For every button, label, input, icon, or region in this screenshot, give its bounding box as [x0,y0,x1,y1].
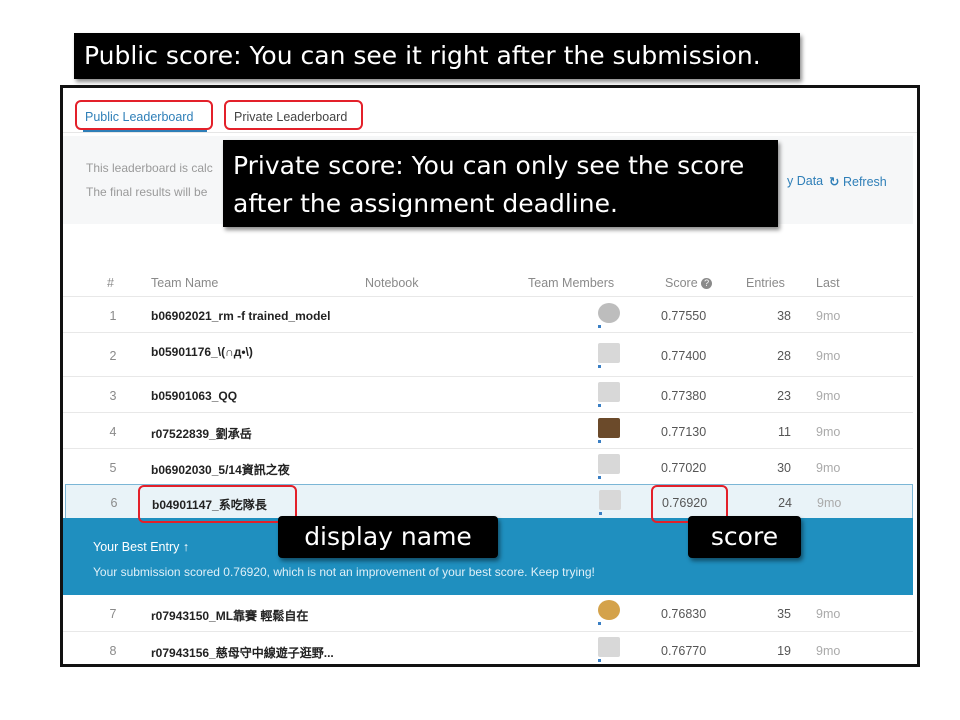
table-row[interactable]: 2 b05901176_\(∩д•\) 0.77400 28 9mo [63,332,913,377]
team-name[interactable]: b05901063_QQ [151,389,237,403]
score: 0.76830 [661,607,707,621]
avatar-dot [598,325,601,328]
entries: 35 [777,607,791,621]
header-score[interactable]: Score ? [665,276,713,290]
avatar-dot [599,512,602,515]
team-name[interactable]: r07943156_慈母守中線遊子逛野... [151,644,334,661]
avatar[interactable] [598,382,620,407]
avatar-dot [598,440,601,443]
team-name[interactable]: r07522839_劉承岳 [151,425,252,442]
entries: 23 [777,389,791,403]
help-icon[interactable]: ? [701,278,713,290]
avatar-dot [598,404,601,407]
private-callout-line2: after the assignment deadline. [233,189,618,218]
rank: 8 [109,644,117,658]
score: 0.77130 [661,425,707,439]
entries: 19 [777,644,791,658]
arrow-up-icon: ↑ [182,540,190,554]
display-name-callout: display name [278,516,498,558]
best-entry-title: Your Best Entry ↑ [93,540,189,554]
last-submission: 9mo [816,389,841,403]
avatar[interactable] [598,303,620,328]
header-score-label: Score [665,276,698,290]
score: 0.77400 [661,349,707,363]
avatar-dot [598,365,601,368]
last-submission: 9mo [816,461,841,475]
refresh-label: Refresh [842,175,887,189]
entries: 28 [777,349,791,363]
team-name[interactable]: b06902021_rm -f trained_model [151,309,330,323]
avatar[interactable] [598,637,620,662]
header-rank: # [107,276,114,290]
header-entries: Entries [746,276,785,290]
entries: 38 [777,309,791,323]
rank: 6 [110,496,118,510]
rank: 7 [109,607,117,621]
display-name-highlight [138,485,297,523]
avatar-dot [598,622,601,625]
score-callout: score [688,516,801,558]
last-submission: 9mo [816,309,841,323]
team-name[interactable]: b05901176_\(∩д•\) [151,345,253,359]
avatar[interactable] [598,600,620,625]
avatar-dot [598,476,601,479]
header-team-name[interactable]: Team Name [151,276,218,290]
private-callout-line1: Private score: You can only see the scor… [233,151,745,180]
private-score-callout: Private score: You can only see the scor… [223,140,778,227]
table-row[interactable]: 8 r07943156_慈母守中線遊子逛野... 0.76770 19 9mo [63,631,913,664]
header-notebook: Notebook [365,276,419,290]
team-name[interactable]: r07943150_ML靠賽 輕鬆自在 [151,607,308,624]
score: 0.77020 [661,461,707,475]
avatar-dot [598,659,601,662]
table-row[interactable]: 1 b06902021_rm -f trained_model 0.77550 … [63,296,913,333]
rank: 5 [109,461,117,475]
header-last: Last [816,276,840,290]
score: 0.77550 [661,309,707,323]
avatar[interactable] [598,343,620,368]
last-submission: 9mo [816,644,841,658]
info-text-line1: This leaderboard is calc [86,161,213,175]
header-team-members: Team Members [528,276,615,290]
last-submission: 9mo [816,607,841,621]
best-entry-title-text: Your Best Entry [93,540,180,554]
public-score-callout: Public score: You can see it right after… [74,33,800,79]
table-row[interactable]: 4 r07522839_劉承岳 0.77130 11 9mo [63,412,913,449]
last-submission: 9mo [817,496,842,510]
tab-public-leaderboard[interactable]: Public Leaderboard [75,100,213,130]
entries: 24 [778,496,792,510]
avatar[interactable] [598,454,620,479]
score: 0.77380 [661,389,707,403]
tab-divider [63,132,917,133]
rank: 1 [109,309,117,323]
table-row[interactable]: 7 r07943150_ML靠賽 輕鬆自在 0.76830 35 9mo [63,595,913,631]
data-link[interactable]: y Data [787,174,823,188]
rank: 4 [109,425,117,439]
rank: 3 [109,389,117,403]
tab-private-leaderboard[interactable]: Private Leaderboard [224,100,363,130]
refresh-icon: ↻ [829,175,840,189]
avatar[interactable] [599,490,621,515]
last-submission: 9mo [816,349,841,363]
table-row[interactable]: 5 b06902030_5/14資訊之夜 0.77020 30 9mo [63,448,913,485]
avatar[interactable] [598,418,620,443]
best-entry-message: Your submission scored 0.76920, which is… [93,565,595,579]
table-row[interactable]: 3 b05901063_QQ 0.77380 23 9mo [63,376,913,413]
entries: 11 [778,425,791,439]
refresh-button[interactable]: ↻ Refresh [829,174,887,189]
last-submission: 9mo [816,425,841,439]
info-text-line2: The final results will be [86,185,208,199]
team-name[interactable]: b06902030_5/14資訊之夜 [151,461,290,478]
score: 0.76770 [661,644,707,658]
rank: 2 [109,349,117,363]
entries: 30 [777,461,791,475]
